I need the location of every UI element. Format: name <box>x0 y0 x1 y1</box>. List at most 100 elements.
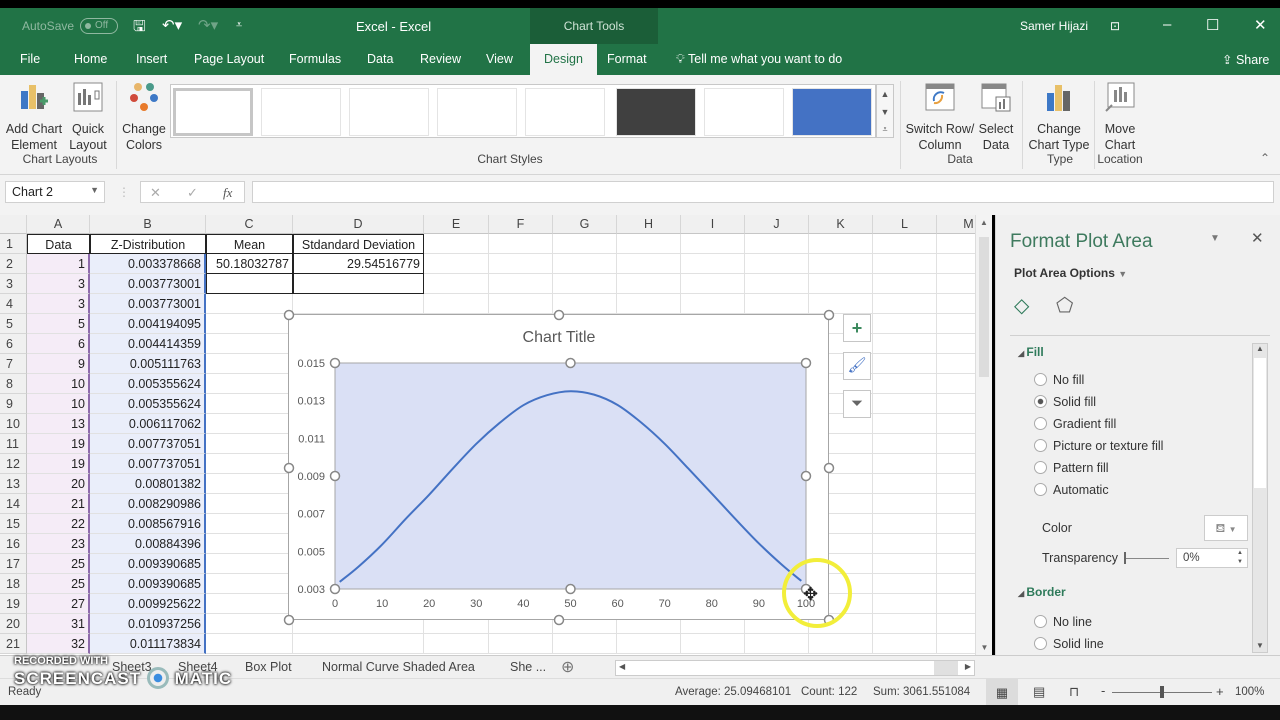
color-picker-button[interactable]: ⛾ ▼ <box>1204 515 1248 541</box>
solid-fill-radio[interactable]: Solid fill <box>1034 395 1096 409</box>
minimize-icon[interactable]: – <box>1163 16 1171 33</box>
cell[interactable] <box>873 254 937 274</box>
cell[interactable] <box>206 634 293 654</box>
data-cell[interactable]: 21 <box>27 494 90 514</box>
undo-icon[interactable]: ↶▾ <box>162 16 182 34</box>
cell[interactable] <box>937 414 975 434</box>
save-icon[interactable]: 🖫 <box>133 16 146 41</box>
cell[interactable] <box>873 454 937 474</box>
horizontal-scroll-track[interactable] <box>934 661 958 675</box>
chart-style-2[interactable] <box>261 88 341 136</box>
cell[interactable] <box>937 374 975 394</box>
cell[interactable] <box>206 414 293 434</box>
share-button[interactable]: ⇪ Share <box>1222 52 1269 67</box>
tab-file[interactable]: File <box>20 52 40 66</box>
customize-qat-icon[interactable]: ⩡ <box>236 19 242 32</box>
scroll-down-icon[interactable]: ▼ <box>976 643 993 652</box>
cell[interactable] <box>873 354 937 374</box>
z-distribution-cell[interactable]: 0.008290986 <box>90 494 206 514</box>
column-header-a[interactable]: A <box>27 215 90 234</box>
cell[interactable] <box>206 514 293 534</box>
row-header[interactable]: 9 <box>0 394 27 414</box>
cell[interactable] <box>873 534 937 554</box>
plot-area[interactable] <box>334 362 807 590</box>
cell[interactable] <box>937 494 975 514</box>
cell[interactable] <box>937 314 975 334</box>
cell[interactable] <box>873 414 937 434</box>
chart-styles-button[interactable]: 🖌︎ <box>843 352 871 380</box>
row-header[interactable]: 15 <box>0 514 27 534</box>
cell[interactable] <box>424 234 489 254</box>
cell[interactable] <box>681 254 745 274</box>
gallery-down-icon[interactable]: ▼ <box>877 103 893 121</box>
cell[interactable] <box>206 554 293 574</box>
mean-value-cell[interactable]: 50.18032787 <box>206 254 293 274</box>
cell[interactable] <box>873 294 937 314</box>
cell[interactable] <box>873 594 937 614</box>
data-cell[interactable]: 6 <box>27 334 90 354</box>
maximize-icon[interactable]: ☐ <box>1206 16 1219 34</box>
header-cell-mean[interactable]: Mean <box>206 234 293 254</box>
row-header[interactable]: 6 <box>0 334 27 354</box>
insert-function-icon[interactable]: fx <box>223 185 232 201</box>
chart-style-6[interactable] <box>616 88 696 136</box>
cell[interactable] <box>937 634 975 654</box>
cell[interactable] <box>617 254 681 274</box>
plot-area-options-dropdown[interactable]: Plot Area Options ▼ <box>1014 266 1127 280</box>
cell[interactable] <box>937 394 975 414</box>
cell[interactable] <box>206 534 293 554</box>
plot-area-resize-handle[interactable] <box>565 583 576 595</box>
column-header-i[interactable]: I <box>681 215 745 234</box>
cell[interactable] <box>293 294 424 314</box>
data-cell[interactable]: 10 <box>27 394 90 414</box>
column-header-b[interactable]: B <box>90 215 206 234</box>
ribbon-display-icon[interactable]: ⊡ <box>1110 19 1120 33</box>
data-cell[interactable]: 25 <box>27 554 90 574</box>
row-header[interactable]: 20 <box>0 614 27 634</box>
cell[interactable] <box>937 354 975 374</box>
chart-resize-handle[interactable] <box>823 462 835 474</box>
column-header-m[interactable]: M <box>937 215 975 234</box>
zoom-level[interactable]: 100% <box>1235 686 1264 698</box>
row-header[interactable]: 11 <box>0 434 27 454</box>
cell[interactable] <box>424 634 489 654</box>
z-distribution-cell[interactable]: 0.009390685 <box>90 554 206 574</box>
chart-style-7[interactable] <box>704 88 784 136</box>
z-distribution-cell[interactable]: 0.007737051 <box>90 434 206 454</box>
plot-area-resize-handle[interactable] <box>329 583 341 595</box>
tab-view[interactable]: View <box>486 52 513 66</box>
cell[interactable] <box>809 294 873 314</box>
autosave-toggle[interactable]: Off <box>80 18 118 34</box>
cancel-icon[interactable]: ✕ <box>150 185 161 201</box>
transparency-input[interactable]: 0% ▲ ▼ <box>1176 548 1248 568</box>
header-cell-std-dev[interactable]: Stdandard Deviation <box>293 234 424 254</box>
data-cell[interactable]: 9 <box>27 354 90 374</box>
cell[interactable] <box>873 554 937 574</box>
row-header[interactable]: 21 <box>0 634 27 654</box>
cell[interactable] <box>745 274 809 294</box>
z-distribution-cell[interactable]: 0.009925622 <box>90 594 206 614</box>
chart-object[interactable]: Chart Title 0.003 0.005 0.007 0.009 0.011 0.01… <box>283 309 835 626</box>
cell[interactable] <box>617 634 681 654</box>
cell[interactable] <box>424 294 489 314</box>
plot-area-resize-handle[interactable] <box>329 357 341 369</box>
cell[interactable] <box>873 274 937 294</box>
cell[interactable] <box>937 474 975 494</box>
no-line-radio[interactable]: No line <box>1034 615 1092 629</box>
cell[interactable] <box>681 294 745 314</box>
z-distribution-cell[interactable]: 0.00801382 <box>90 474 206 494</box>
cell[interactable] <box>293 274 424 294</box>
data-cell[interactable]: 23 <box>27 534 90 554</box>
z-distribution-cell[interactable]: 0.003773001 <box>90 294 206 314</box>
spinner-icon[interactable]: ▲ ▼ <box>1237 549 1243 567</box>
collapse-ribbon-icon[interactable]: ⌃ <box>1260 151 1270 165</box>
z-distribution-cell[interactable]: 0.004194095 <box>90 314 206 334</box>
row-header[interactable]: 7 <box>0 354 27 374</box>
z-distribution-cell[interactable]: 0.006117062 <box>90 414 206 434</box>
row-header[interactable]: 16 <box>0 534 27 554</box>
cell[interactable] <box>873 474 937 494</box>
pane-scroll-up-icon[interactable]: ▲ <box>1253 344 1267 353</box>
data-cell[interactable]: 3 <box>27 294 90 314</box>
cell[interactable] <box>873 334 937 354</box>
cell[interactable] <box>873 434 937 454</box>
